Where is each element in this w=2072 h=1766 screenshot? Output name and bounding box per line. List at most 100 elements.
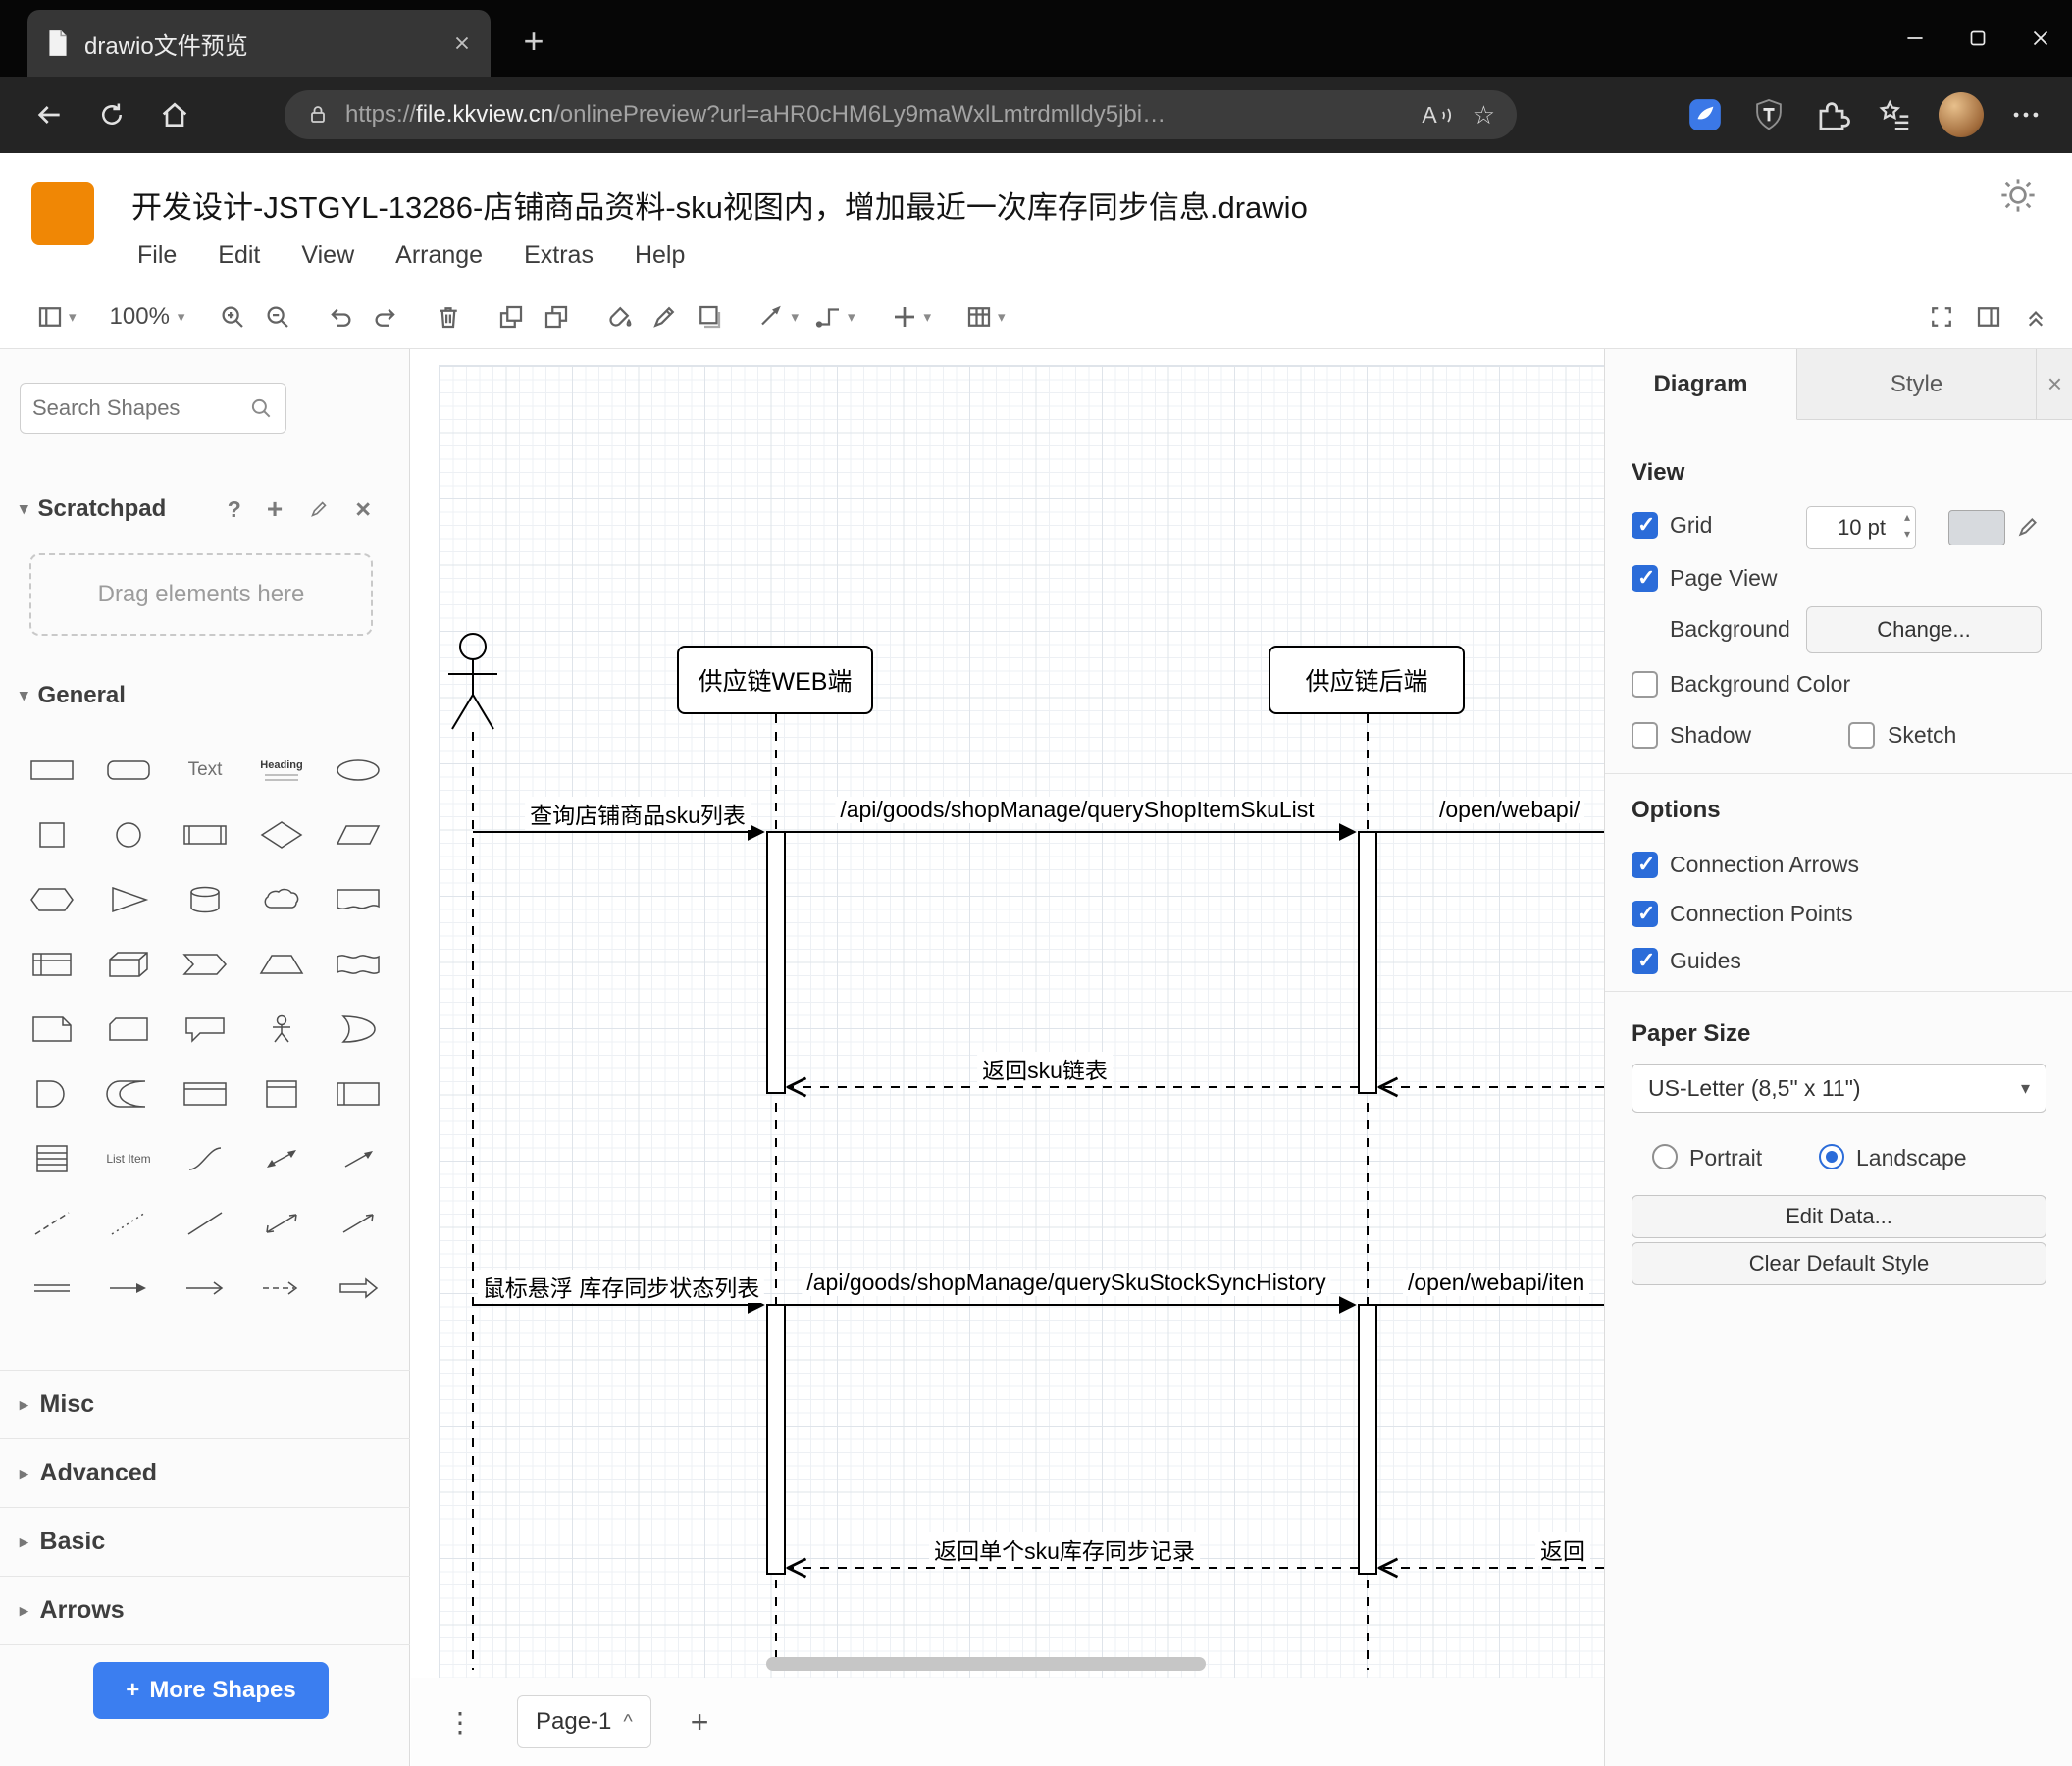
back-icon[interactable] — [18, 87, 80, 142]
shape-dashed-line[interactable] — [14, 1191, 90, 1256]
shape-cube[interactable] — [90, 932, 167, 997]
shadow-icon[interactable] — [695, 295, 724, 338]
shape-triangle[interactable] — [90, 867, 167, 932]
lifeline-box-web[interactable]: 供应链WEB端 — [677, 646, 873, 714]
shape-hexagon[interactable] — [14, 867, 90, 932]
maximize-button[interactable] — [1946, 0, 2009, 77]
browser-tab[interactable]: drawio文件预览 — [27, 10, 491, 77]
page-tab[interactable]: Page-1 ^ — [517, 1695, 651, 1748]
shape-filled-edge[interactable] — [320, 1256, 396, 1321]
shape-parallelogram[interactable] — [320, 803, 396, 867]
shape-process[interactable] — [167, 803, 243, 867]
change-background-button[interactable]: Change... — [1806, 606, 2042, 653]
grid-color-swatch[interactable] — [1948, 510, 2005, 545]
read-aloud-icon[interactable]: A — [1422, 102, 1456, 129]
web-activation-1[interactable] — [766, 831, 786, 1094]
menu-arrange[interactable]: Arrange — [391, 239, 487, 272]
backend-activation-2[interactable] — [1358, 1304, 1377, 1575]
home-icon[interactable] — [143, 87, 206, 142]
shape-cloud[interactable] — [243, 867, 320, 932]
add-page-icon[interactable]: + — [691, 1704, 709, 1740]
paper-size-select[interactable]: US-Letter (8,5" x 11") ▾ — [1632, 1064, 2046, 1113]
shape-bidirectional-connector[interactable] — [243, 1191, 320, 1256]
shape-list-item[interactable]: List Item — [90, 1126, 167, 1191]
msg-label-return-sku[interactable]: 返回sku链表 — [977, 1052, 1113, 1085]
shape-dotted-line[interactable] — [90, 1191, 167, 1256]
backend-activation-1[interactable] — [1358, 831, 1377, 1094]
to-front-icon[interactable] — [496, 295, 526, 338]
grid-checkbox[interactable] — [1632, 512, 1658, 539]
shape-document[interactable] — [320, 867, 396, 932]
refresh-icon[interactable] — [80, 87, 143, 142]
scratchpad-edit-icon[interactable] — [308, 498, 330, 520]
new-tab-button[interactable]: + — [512, 20, 555, 63]
shape-or[interactable] — [320, 997, 396, 1062]
background-color-checkbox[interactable] — [1632, 671, 1658, 698]
menu-extras[interactable]: Extras — [520, 239, 597, 272]
tab-diagram[interactable]: Diagram — [1605, 349, 1797, 420]
shape-vertical-container[interactable] — [243, 1062, 320, 1126]
shape-diamond[interactable] — [243, 803, 320, 867]
sketch-checkbox[interactable] — [1848, 722, 1875, 749]
undo-icon[interactable] — [326, 295, 355, 338]
shape-dashed-arrow[interactable] — [243, 1256, 320, 1321]
stepper-icons[interactable]: ▴ ▾ — [1904, 509, 1910, 544]
profile-avatar[interactable] — [1939, 92, 1984, 137]
actor-figure[interactable] — [448, 633, 497, 730]
scratchpad-dropzone[interactable]: Drag elements here — [29, 553, 373, 636]
shape-container[interactable] — [167, 1062, 243, 1126]
minimize-button[interactable] — [1884, 0, 1946, 77]
guides-checkbox[interactable] — [1632, 948, 1658, 974]
connection-style-button[interactable]: ▾ — [757, 295, 799, 338]
connection-points-checkbox[interactable] — [1632, 901, 1658, 927]
shape-data-storage[interactable] — [90, 1062, 167, 1126]
theme-toggle-icon[interactable] — [1997, 175, 2039, 216]
shape-link[interactable] — [14, 1256, 90, 1321]
msg-label-ext-2[interactable]: /open/webapi/iten — [1403, 1270, 1590, 1296]
msg-label-ext-1[interactable]: /open/webapi/ — [1434, 797, 1585, 823]
shape-rectangle[interactable] — [14, 738, 90, 803]
portrait-radio[interactable] — [1652, 1144, 1678, 1169]
line-color-icon[interactable] — [649, 295, 679, 338]
favorite-star-icon[interactable]: ☆ — [1473, 100, 1495, 130]
shape-simple-arrow[interactable] — [167, 1256, 243, 1321]
web-activation-2[interactable] — [766, 1304, 786, 1575]
diagram-canvas[interactable]: 供应链WEB端 供应链后端 查询店铺商品sku列表 /api/goods/sho… — [411, 349, 1604, 1678]
shape-callout[interactable] — [167, 997, 243, 1062]
extensions-puzzle-icon[interactable] — [1813, 96, 1850, 133]
canvas-horizontal-scrollbar[interactable] — [766, 1657, 1206, 1671]
shape-card[interactable] — [90, 997, 167, 1062]
section-advanced[interactable]: ▸ Advanced — [0, 1439, 410, 1508]
shape-text[interactable]: Text — [167, 738, 243, 803]
extension-blue-icon[interactable] — [1685, 95, 1725, 134]
grid-color-edit-icon[interactable] — [2015, 514, 2041, 540]
shape-trapezoid[interactable] — [243, 932, 320, 997]
shape-curve[interactable] — [167, 1126, 243, 1191]
shadow-checkbox[interactable] — [1632, 722, 1658, 749]
redo-icon[interactable] — [371, 295, 400, 338]
shape-ellipse[interactable] — [320, 738, 396, 803]
zoom-select[interactable]: 100% ▾ — [110, 295, 185, 338]
delete-icon[interactable] — [434, 295, 463, 338]
shape-internal-storage[interactable] — [14, 932, 90, 997]
msg-label-api-sku[interactable]: /api/goods/shopManage/queryShopItemSkuLi… — [835, 797, 1320, 823]
menu-file[interactable]: File — [133, 239, 181, 272]
waypoint-style-button[interactable]: ▾ — [814, 295, 855, 338]
lifeline-box-backend[interactable]: 供应链后端 — [1269, 646, 1465, 714]
zoom-out-icon[interactable] — [263, 295, 292, 338]
section-basic[interactable]: ▸ Basic — [0, 1508, 410, 1577]
menu-edit[interactable]: Edit — [214, 239, 264, 272]
scratchpad-help-icon[interactable]: ? — [228, 496, 241, 523]
msg-label-query-sku[interactable]: 查询店铺商品sku列表 — [525, 797, 751, 830]
browser-menu-icon[interactable] — [2009, 98, 2043, 131]
shape-and[interactable] — [14, 1062, 90, 1126]
collapse-toolbar-icon[interactable] — [2021, 295, 2050, 338]
menu-view[interactable]: View — [297, 239, 358, 272]
format-panel-toggle-icon[interactable] — [1974, 295, 2003, 338]
section-arrows[interactable]: ▸ Arrows — [0, 1577, 410, 1645]
scratchpad-close-icon[interactable]: × — [355, 494, 371, 525]
shape-arrow[interactable] — [320, 1126, 396, 1191]
shape-circle[interactable] — [90, 803, 167, 867]
menu-help[interactable]: Help — [631, 239, 689, 272]
shape-square[interactable] — [14, 803, 90, 867]
